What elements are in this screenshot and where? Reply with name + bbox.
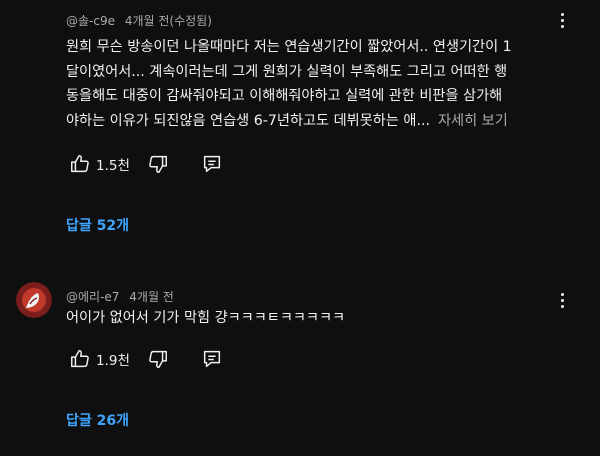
comment-text-line: 어이가 없어서 기가 막힘 걍ㅋㅋㅋㅌㅋㅋㅋㅋㅋ: [66, 310, 346, 326]
more-vert-icon: [560, 292, 564, 296]
comment-item: @솔-c9e 4개월 전(수정됨) 원희 무슨 방송이던 나올때마다 저는 연습…: [0, 0, 600, 245]
comment-text-line: 야하는 이유가 되진않음 연습생 6-7년하고도 데뷔못하는 애...: [66, 112, 430, 129]
dislike-button[interactable]: [144, 345, 172, 373]
reply-button[interactable]: [198, 150, 226, 178]
more-vert-icon: [560, 12, 564, 16]
comment-author[interactable]: @에리-e7: [66, 290, 119, 304]
comment-time[interactable]: 4개월 전(수정됨): [125, 14, 212, 28]
thumbs-up-icon: [71, 350, 89, 368]
reply-button[interactable]: [198, 345, 226, 373]
dislike-button[interactable]: [144, 150, 172, 178]
view-replies-button[interactable]: 답글 26개: [66, 410, 129, 430]
comment-text-line: 원희 무슨 방송이던 나올때마다 저는 연습생기간이 짧았어서.. 연생기간이 …: [66, 39, 512, 55]
read-more-link[interactable]: 자세히 보기: [438, 113, 508, 129]
comment-text-line: 달이였어서... 계속이러는데 그게 원희가 실력이 부족해도 그리고 어떠한 …: [66, 63, 508, 80]
like-button[interactable]: [66, 150, 94, 178]
comment-item: @에리-e7 4개월 전 어이가 없어서 기가 막힘 걍ㅋㅋㅋㅌㅋㅋㅋㅋㅋ 1.…: [0, 245, 600, 456]
comment-meta: @에리-e7 4개월 전: [66, 288, 174, 305]
reply-icon: [203, 155, 220, 173]
view-replies-button[interactable]: 답글 52개: [66, 215, 129, 235]
comment-author[interactable]: @솔-c9e: [66, 14, 115, 28]
comment-time[interactable]: 4개월 전: [129, 290, 174, 304]
avatar[interactable]: [16, 282, 52, 318]
reply-icon: [203, 350, 220, 368]
comment-actions: 1.9천: [66, 345, 226, 373]
comment-meta: @솔-c9e 4개월 전(수정됨): [66, 12, 212, 29]
like-button[interactable]: [66, 345, 94, 373]
more-options-button[interactable]: [552, 10, 572, 30]
comment-actions: 1.5천: [66, 150, 226, 178]
thumbs-down-icon: [149, 155, 167, 173]
comment-text: 원희 무슨 방송이던 나올때마다 저는 연습생기간이 짧았어서.. 연생기간이 …: [66, 35, 566, 133]
like-count: 1.5천: [96, 158, 130, 174]
like-count: 1.9천: [96, 353, 130, 369]
comment-text: 어이가 없어서 기가 막힘 걍ㅋㅋㅋㅌㅋㅋㅋㅋㅋ: [66, 306, 566, 331]
profile-avatar-icon: [16, 282, 52, 318]
thumbs-down-icon: [149, 350, 167, 368]
thumbs-up-icon: [71, 155, 89, 173]
comment-text-line: 동을해도 대중이 감싸줘야되고 이해해줘야하고 실력에 관한 비판을 삼가해: [66, 88, 503, 104]
